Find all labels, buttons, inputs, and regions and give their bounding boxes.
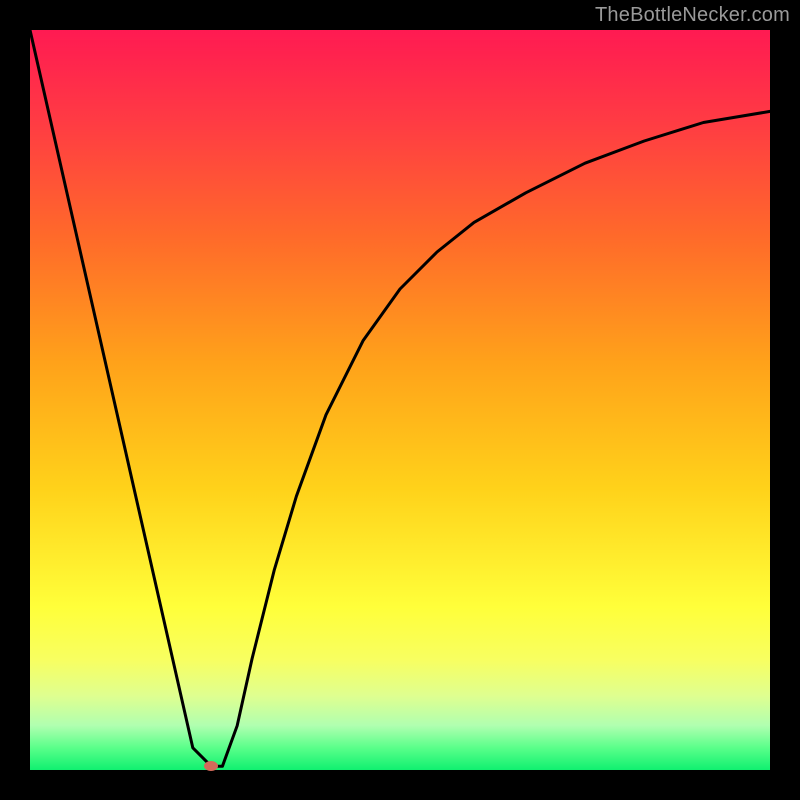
bottleneck-curve [30, 30, 770, 766]
watermark-text: TheBottleNecker.com [595, 4, 790, 27]
curve-layer [30, 30, 770, 770]
plot-area [30, 30, 770, 770]
chart-frame: TheBottleNecker.com [0, 0, 800, 800]
